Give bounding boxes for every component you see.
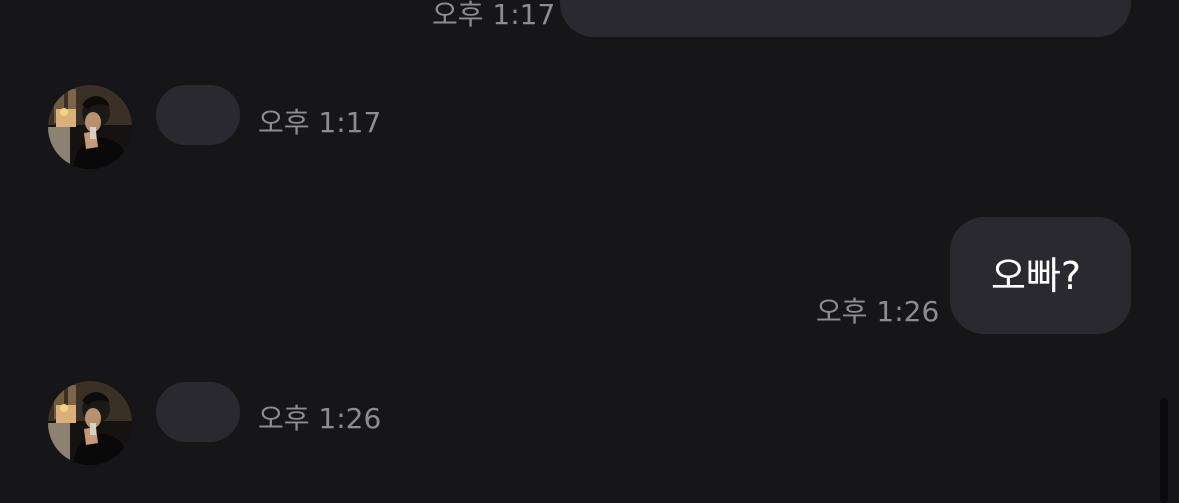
outgoing-message-time: 오후 1:26	[816, 295, 940, 328]
outgoing-message-time: 오후 1:17	[432, 0, 556, 31]
contact-avatar[interactable]	[48, 381, 132, 465]
contact-avatar[interactable]	[48, 85, 132, 169]
chat-scrollbar[interactable]	[1160, 398, 1168, 503]
incoming-message-bubble[interactable]	[156, 85, 240, 145]
outgoing-message-text: 오빠?	[991, 254, 1082, 298]
contact-photo-icon	[48, 381, 132, 465]
incoming-message-bubble[interactable]	[156, 382, 240, 442]
contact-photo-icon	[48, 85, 132, 169]
chat-thread: 오후 1:17 오후 1:17 오빠? 오후 1:26 오후 1:26	[0, 0, 1179, 503]
incoming-message-time: 오후 1:17	[258, 106, 382, 139]
outgoing-message-bubble-partial[interactable]	[560, 0, 1131, 37]
incoming-message-time: 오후 1:26	[258, 402, 382, 435]
